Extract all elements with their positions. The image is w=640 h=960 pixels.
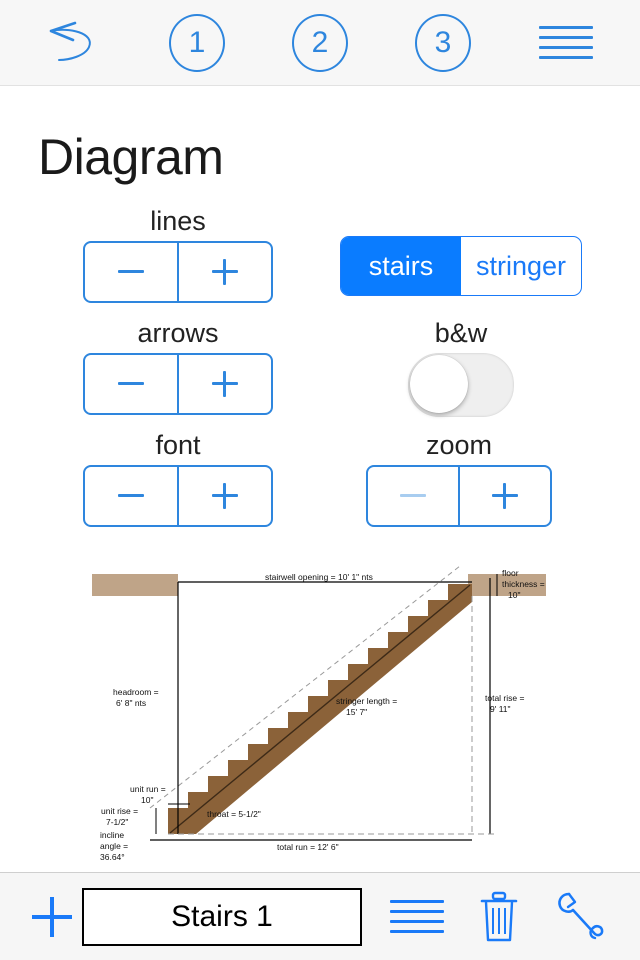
unit-rise-label-line2: 7-1/2"	[106, 817, 128, 827]
unit-rise-label-line1: unit rise =	[101, 806, 138, 816]
lines-minus-button[interactable]	[85, 243, 177, 301]
toggle-knob	[410, 355, 468, 413]
bw-control: b&w	[340, 318, 582, 417]
plus-icon	[212, 259, 238, 285]
headroom-dashed-line	[149, 565, 461, 809]
throat-label: throat = 5-1/2"	[207, 809, 261, 819]
minus-icon	[118, 371, 144, 397]
lines-control: lines	[83, 206, 273, 303]
segment-stairs[interactable]: stairs	[341, 237, 461, 295]
zoom-plus-button[interactable]	[458, 467, 550, 525]
stairwell-opening-label: stairwell opening = 10' 1" nts	[265, 572, 373, 582]
font-minus-button[interactable]	[85, 467, 177, 525]
font-plus-button[interactable]	[177, 467, 271, 525]
trash-icon	[480, 891, 518, 941]
stairs-diagram-svg: stairwell opening = 10' 1" nts floor thi…	[92, 565, 546, 862]
step-1-label: 1	[169, 13, 225, 72]
bw-label: b&w	[434, 318, 488, 348]
zoom-minus-button[interactable]	[368, 467, 458, 525]
arrows-stepper	[83, 353, 273, 415]
total-rise-label-line2: 9' 11"	[490, 704, 511, 714]
stairs-name-input[interactable]: Stairs 1	[82, 887, 362, 946]
stair-treads	[168, 584, 472, 834]
plus-icon	[212, 483, 238, 509]
step-3-label: 3	[415, 13, 471, 72]
stringer-length-label-line1: stringer length =	[336, 696, 397, 706]
font-control: font	[83, 430, 273, 527]
mode-segmented-control: stairs stringer	[340, 236, 582, 296]
add-stairs-button[interactable]	[24, 889, 80, 945]
unit-run-label-line2: 10"	[141, 795, 153, 805]
arrows-control: arrows	[83, 318, 273, 415]
menu-button[interactable]	[528, 8, 604, 78]
arrows-label: arrows	[137, 318, 219, 348]
delete-button[interactable]	[474, 889, 524, 945]
zoom-stepper	[366, 465, 552, 527]
minus-icon	[118, 483, 144, 509]
font-stepper	[83, 465, 273, 527]
step-2-label: 2	[292, 13, 348, 72]
top-toolbar: 1 2 3	[0, 0, 640, 86]
total-run-label: total run = 12' 6"	[277, 842, 339, 852]
step-2-button[interactable]: 2	[282, 8, 358, 78]
mode-control: stairs stringer	[340, 236, 582, 296]
plus-icon	[32, 896, 72, 937]
plus-icon	[492, 483, 518, 509]
lines-label: lines	[150, 206, 206, 236]
minus-icon	[400, 483, 426, 509]
bw-toggle[interactable]	[408, 353, 514, 417]
incline-angle-label-line3: 36.64°	[100, 852, 125, 862]
list-icon	[390, 900, 444, 933]
stringer-line	[169, 584, 471, 834]
minus-icon	[118, 259, 144, 285]
settings-button[interactable]	[554, 890, 606, 944]
plus-icon	[212, 371, 238, 397]
total-rise-label-line1: total rise =	[485, 693, 524, 703]
lines-plus-button[interactable]	[177, 243, 271, 301]
unit-run-label-line1: unit run =	[130, 784, 166, 794]
page-title: Diagram	[38, 129, 224, 185]
arrows-minus-button[interactable]	[85, 355, 177, 413]
lines-stepper	[83, 241, 273, 303]
incline-angle-label-line1: incline	[100, 830, 124, 840]
wrench-icon	[558, 892, 604, 939]
floor-thickness-label-line2: thickness =	[502, 579, 545, 589]
stairs-diagram[interactable]: stairwell opening = 10' 1" nts floor thi…	[0, 556, 640, 868]
zoom-control: zoom	[366, 430, 552, 527]
step-1-button[interactable]: 1	[159, 8, 235, 78]
segment-stringer[interactable]: stringer	[461, 237, 581, 295]
list-button[interactable]	[390, 900, 444, 933]
incline-angle-label-line2: angle =	[100, 841, 128, 851]
stringer-length-label-line2: 15' 7"	[346, 707, 367, 717]
arrows-plus-button[interactable]	[177, 355, 271, 413]
step-3-button[interactable]: 3	[405, 8, 481, 78]
bottom-toolbar: Stairs 1	[0, 872, 640, 960]
zoom-label: zoom	[425, 430, 493, 460]
hamburger-menu-icon	[539, 26, 593, 59]
undo-button[interactable]	[36, 8, 112, 78]
font-label: font	[155, 430, 201, 460]
floor-thickness-label-line1: floor	[502, 568, 519, 578]
undo-arrow-icon	[49, 21, 91, 61]
headroom-label-line1: headroom =	[113, 687, 159, 697]
lower-floor-slab	[92, 574, 178, 596]
floor-thickness-label-line3: 10"	[508, 590, 520, 600]
headroom-label-line2: 6' 8" nts	[116, 698, 146, 708]
